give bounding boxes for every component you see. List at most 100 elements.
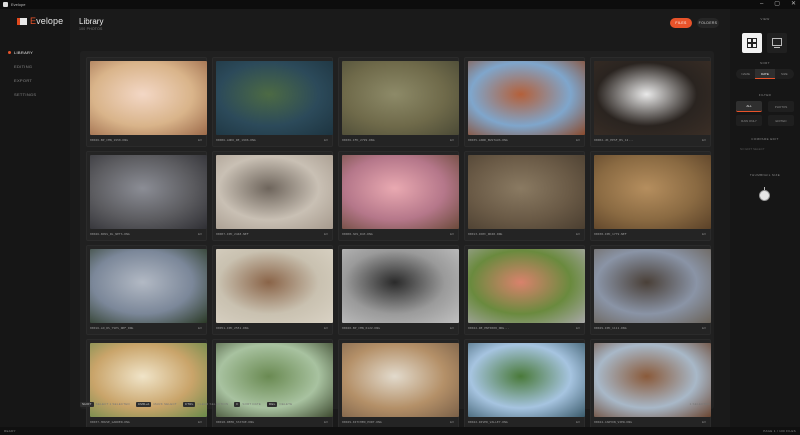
sort-header: SORT: [760, 61, 770, 65]
photo-ext-badge: EX: [575, 232, 580, 236]
shortcut-select: SHIFT SELECT 1 SELECTED: [80, 401, 130, 407]
photo-ext-badge: EX: [701, 326, 706, 330]
brand-mark-icon: [17, 17, 27, 25]
photo-preview-image: [342, 61, 459, 135]
photo-thumbnail[interactable]: 00035-LRND_BUSTAUS.DNG EX: [464, 57, 585, 147]
photo-ext-badge: EX: [575, 326, 580, 330]
photo-thumbnail[interactable]: 00044-CANYON_VIEW.DNG EX: [590, 339, 711, 429]
photo-thumbnail[interactable]: 00036-IFD_2799.DNG EX: [338, 57, 459, 147]
sidebar-item-label: EXPORT: [14, 77, 33, 83]
photo-thumbnail[interactable]: 00038-IPD_1779.NEF EX: [590, 151, 711, 241]
maximize-button[interactable]: ▢: [774, 1, 780, 8]
status-ready: READY: [4, 429, 16, 433]
minimize-button[interactable]: –: [760, 1, 763, 8]
photo-thumbnail[interactable]: 00016-LN_RS_YSPS_NPF_DNG EX: [86, 245, 207, 335]
page-info: PAGE 1 / 100 FILES: [763, 429, 796, 433]
sidebar-item-label: EDITING: [14, 63, 33, 69]
sidebar: Evelope LIBRARY EDITING EXPORT SETTINGS: [0, 9, 70, 427]
photo-thumbnail[interactable]: 00008-SDS_R43.DNG EX: [338, 151, 459, 241]
window-controls: – ▢ ✕: [760, 1, 796, 8]
options-panel: VIEW SORT NAME DATE SIZE FILTER ALL PHOT…: [730, 9, 800, 427]
photo-ext-badge: EX: [449, 326, 454, 330]
photo-ext-badge: EX: [323, 420, 328, 424]
brand-logo: Evelope: [17, 16, 63, 26]
photo-thumbnail[interactable]: 00022-RE_PNT0008_DNG... EX: [464, 245, 585, 335]
photo-thumbnail[interactable]: 00020-BP_CMN_6122.DNG EX: [338, 245, 459, 335]
filter-edited-option[interactable]: EDITED: [768, 115, 794, 126]
photo-preview-image: [90, 249, 207, 323]
sort-name-option[interactable]: NAME: [736, 69, 755, 79]
photo-thumbnail[interactable]: 00042-RIVER_VALLEY.DNG EX: [464, 339, 585, 429]
photo-thumbnail[interactable]: 00007-IPD_2448.NEF EX: [212, 151, 333, 241]
shortcut-status-row: SHIFT SELECT 1 SELECTED CMD+A MARK SELECT …: [80, 399, 720, 409]
sidebar-item-library[interactable]: LIBRARY: [6, 45, 68, 59]
photo-thumbnail[interactable]: 00029-KITCHEN_PORT.DNG EX: [338, 339, 459, 429]
photo-thumbnail[interactable]: 00002-JK_EPSF_BS_12... EX: [590, 57, 711, 147]
sidebar-item-label: LIBRARY: [14, 49, 34, 55]
photo-filename: 00046-KNSS_RL_NETS.DNG: [90, 232, 130, 236]
sidebar-item-settings[interactable]: SETTINGS: [6, 87, 68, 101]
filter-all-option[interactable]: ALL: [736, 101, 762, 112]
photo-thumbnail[interactable]: 00037-HOUSE_GARDEN.DNG EX: [86, 339, 207, 429]
photo-thumbnail[interactable]: 00013-IDPC_RD48.DNG EX: [464, 151, 585, 241]
filter-raw-option[interactable]: RAW ONLY: [736, 115, 762, 126]
photo-preview-image: [216, 61, 333, 135]
photo-ext-badge: EX: [323, 138, 328, 142]
photo-preview-image: [594, 155, 711, 229]
sort-date-option[interactable]: DATE: [755, 69, 775, 79]
compare-note: NO EDIT SELECT: [740, 147, 765, 151]
thumbnail-size-knob[interactable]: [759, 190, 770, 201]
photo-thumbnail[interactable]: 00026-BP_CMN_1950.DNG EX: [86, 57, 207, 147]
photo-filename: 00020-BP_CMN_6122.DNG: [342, 326, 380, 330]
selection-count: 1 SELECTED: [689, 402, 710, 406]
photo-ext-badge: EX: [701, 232, 706, 236]
photo-preview-image: [468, 61, 585, 135]
folders-toggle-button[interactable]: FOLDERS: [697, 18, 719, 28]
library-main: Library 100 PHOTOS FILES FOLDERS 00026-B…: [70, 9, 730, 429]
sidebar-nav: LIBRARY EDITING EXPORT SETTINGS: [6, 45, 68, 101]
view-header: VIEW: [760, 17, 770, 21]
photo-filename: 00008-SDS_R43.DNG: [342, 232, 373, 236]
single-view-button[interactable]: [767, 33, 787, 53]
photo-thumbnail[interactable]: 00049-IPD_1111.DNG EX: [590, 245, 711, 335]
photo-ext-badge: EX: [323, 326, 328, 330]
shortcut-delete: DEL DELETE: [267, 401, 293, 407]
photo-filename: 00037-HOUSE_GARDEN.DNG: [90, 420, 130, 424]
photo-ext-badge: EX: [197, 232, 202, 236]
photo-ext-badge: EX: [197, 420, 202, 424]
photo-filename: 00029-KITCHEN_PORT.DNG: [342, 420, 382, 424]
photo-preview-image: [468, 249, 585, 323]
photo-filename: 00022-RE_PNT0008_DNG...: [468, 326, 510, 330]
shortcut-clear: CTRL CLEAR SELECTION: [182, 401, 229, 407]
photo-filename: 00006-LNKO_RE_1996.DNG: [216, 138, 256, 142]
photo-ext-badge: EX: [197, 138, 202, 142]
photo-ext-badge: EX: [701, 420, 706, 424]
filter-photos-option[interactable]: PHOTOS: [768, 101, 794, 112]
status-bar: READY PAGE 1 / 100 FILES: [0, 427, 800, 435]
photo-filename: 00035-LRND_BUSTAUS.DNG: [468, 138, 508, 142]
photo-ext-badge: EX: [323, 232, 328, 236]
sidebar-item-export[interactable]: EXPORT: [6, 73, 68, 87]
photo-thumbnail[interactable]: 00046-KNSS_RL_NETS.DNG EX: [86, 151, 207, 241]
photo-preview-image: [342, 249, 459, 323]
photo-preview-image: [216, 249, 333, 323]
single-view-icon: [772, 38, 782, 48]
close-button[interactable]: ✕: [791, 1, 796, 8]
window-title: Evelope: [11, 2, 26, 7]
sidebar-item-label: SETTINGS: [14, 91, 37, 97]
photo-thumbnail[interactable]: 00006-LNKO_RE_1996.DNG EX: [212, 57, 333, 147]
shortcut-multi: CMD+A MARK SELECT: [135, 401, 177, 407]
sort-size-option[interactable]: SIZE: [775, 69, 794, 79]
photo-preview-image: [90, 155, 207, 229]
sidebar-item-editing[interactable]: EDITING: [6, 59, 68, 73]
grid-view-button[interactable]: [742, 33, 762, 53]
photo-thumbnail[interactable]: 00018-DEER_STATUE.DNG EX: [212, 339, 333, 429]
compare-header: COMPARE EDIT: [751, 137, 779, 141]
brand-name: Evelope: [30, 16, 64, 26]
photo-thumbnail[interactable]: 00051-IPD_2551.DNG EX: [212, 245, 333, 335]
photo-ext-badge: EX: [449, 420, 454, 424]
filter-header: FILTER: [758, 93, 772, 97]
photo-filename: 00042-RIVER_VALLEY.DNG: [468, 420, 508, 424]
files-toggle-button[interactable]: FILES: [670, 18, 692, 28]
photo-preview-image: [90, 61, 207, 135]
